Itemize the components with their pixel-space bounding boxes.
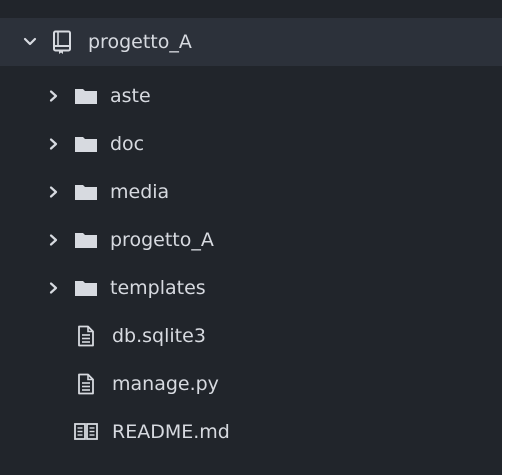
tree-item-label: media: [110, 180, 170, 203]
tree-item-templates[interactable]: templates: [0, 264, 502, 312]
chevron-right-icon[interactable]: [46, 184, 62, 200]
chevron-right-icon[interactable]: [46, 88, 62, 104]
tree-item-label: templates: [110, 276, 206, 299]
tree-item-label: README.md: [112, 420, 230, 443]
tree-view-panel: progetto_A aste doc media progetto_A tem…: [0, 0, 502, 475]
file-text-icon: [76, 373, 96, 395]
folder-icon: [74, 231, 98, 249]
repo-book-icon: [52, 30, 72, 54]
folder-icon: [74, 135, 98, 153]
tree-item-progetto-a[interactable]: progetto_A: [0, 216, 502, 264]
chevron-right-icon[interactable]: [46, 280, 62, 296]
tree-item-label: manage.py: [112, 372, 219, 395]
tree-item-db-sqlite3[interactable]: db.sqlite3: [0, 312, 502, 360]
tree-item-doc[interactable]: doc: [0, 120, 502, 168]
chevron-right-icon[interactable]: [46, 232, 62, 248]
chevron-right-icon[interactable]: [46, 136, 62, 152]
folder-icon: [74, 87, 98, 105]
book-open-icon: [74, 422, 98, 442]
tree-item-label: progetto_A: [110, 228, 214, 251]
folder-icon: [74, 183, 98, 201]
folder-icon: [74, 279, 98, 297]
tree-item-aste[interactable]: aste: [0, 72, 502, 120]
tree-root-label: progetto_A: [88, 30, 192, 53]
tree-item-readme-md[interactable]: README.md: [0, 408, 502, 456]
tree-item-manage-py[interactable]: manage.py: [0, 360, 502, 408]
tree-item-label: db.sqlite3: [112, 324, 206, 347]
tree-root-row[interactable]: progetto_A: [0, 18, 502, 66]
tree-item-media[interactable]: media: [0, 168, 502, 216]
tree-item-label: doc: [110, 132, 145, 155]
file-text-icon: [76, 325, 96, 347]
chevron-down-icon[interactable]: [22, 34, 38, 50]
tree-item-label: aste: [110, 84, 151, 107]
